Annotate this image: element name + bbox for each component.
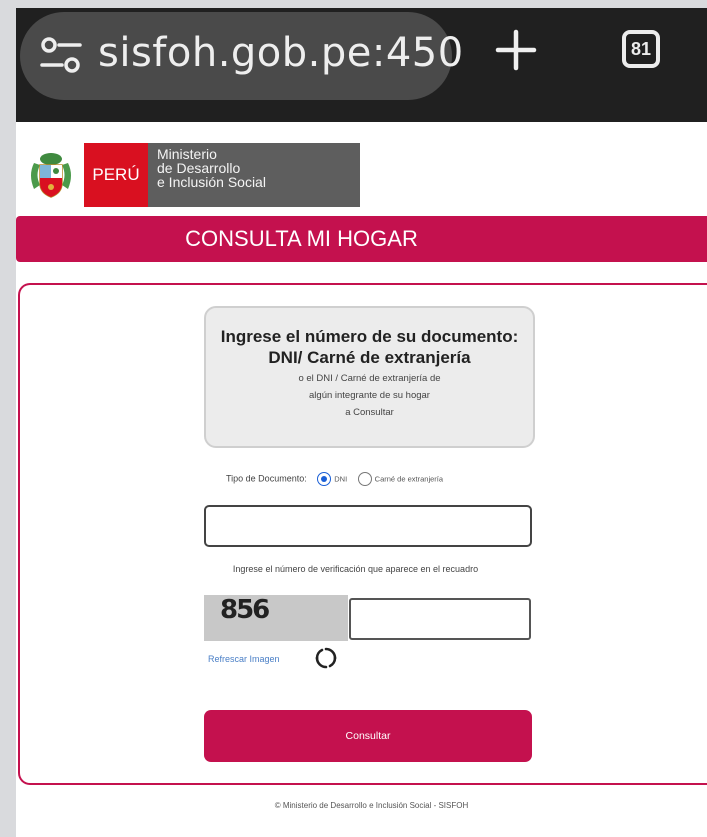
address-bar[interactable]: sisfoh.gob.pe:450	[20, 12, 463, 100]
document-number-input[interactable]	[204, 505, 532, 547]
ministry-line-3: e Inclusión Social	[157, 174, 266, 190]
instructions-line-3: a Consultar	[345, 407, 394, 418]
title-bar: CONSULTA MI HOGAR	[16, 216, 707, 262]
ministry-line-2: de Desarrollo	[157, 160, 241, 176]
footer-text: © Ministerio de Desarrollo e Inclusión S…	[274, 801, 469, 810]
instructions-line-1: o el DNI / Carné de extranjería de	[298, 373, 441, 384]
captcha-image: 856	[204, 595, 348, 641]
coat-of-arms-icon	[31, 153, 71, 198]
url-text[interactable]: sisfoh.gob.pe:450	[98, 30, 464, 76]
radio-carne-label[interactable]: Carné de extranjería	[375, 475, 443, 484]
captcha-input[interactable]	[349, 598, 531, 640]
instructions-line-2: algún integrante de su hogar	[309, 390, 430, 401]
instructions-subheading: DNI/ Carné de extranjería	[268, 348, 471, 367]
browser-toolbar: sisfoh.gob.pe:450 81	[16, 8, 707, 122]
captcha-text: 856	[220, 595, 270, 625]
plus-icon[interactable]	[492, 26, 540, 74]
refresh-icon[interactable]	[314, 646, 338, 670]
tab-switcher-button[interactable]: 81	[622, 30, 660, 68]
radio-dni-label[interactable]: DNI	[334, 475, 347, 484]
radio-dni[interactable]	[317, 472, 332, 486]
document-type-row: Tipo de Documento: DNI Carné de extranje…	[226, 472, 443, 486]
page-title: CONSULTA MI HOGAR	[185, 226, 418, 251]
ministry-line-1: Ministerio	[157, 146, 217, 162]
peru-label: PERÚ	[84, 143, 148, 207]
document-type-label: Tipo de Documento:	[226, 473, 307, 484]
ministry-label: Ministerio de Desarrollo e Inclusión Soc…	[148, 143, 360, 207]
refresh-image-link[interactable]: Refrescar Imagen	[208, 654, 280, 664]
verification-instruction: Ingrese el número de verificación que ap…	[232, 564, 479, 574]
tune-icon[interactable]	[40, 36, 82, 76]
instructions-box: Ingrese el número de su documento: DNI/ …	[204, 306, 535, 448]
phone-screen: sisfoh.gob.pe:450 81 PERÚ Ministerio de …	[16, 8, 707, 837]
consultar-button[interactable]: Consultar	[204, 710, 532, 762]
government-header: PERÚ Ministerio de Desarrollo e Inclusió…	[26, 143, 366, 207]
radio-carne-extranjeria[interactable]	[357, 472, 372, 486]
instructions-heading: Ingrese el número de su documento:	[220, 327, 519, 346]
